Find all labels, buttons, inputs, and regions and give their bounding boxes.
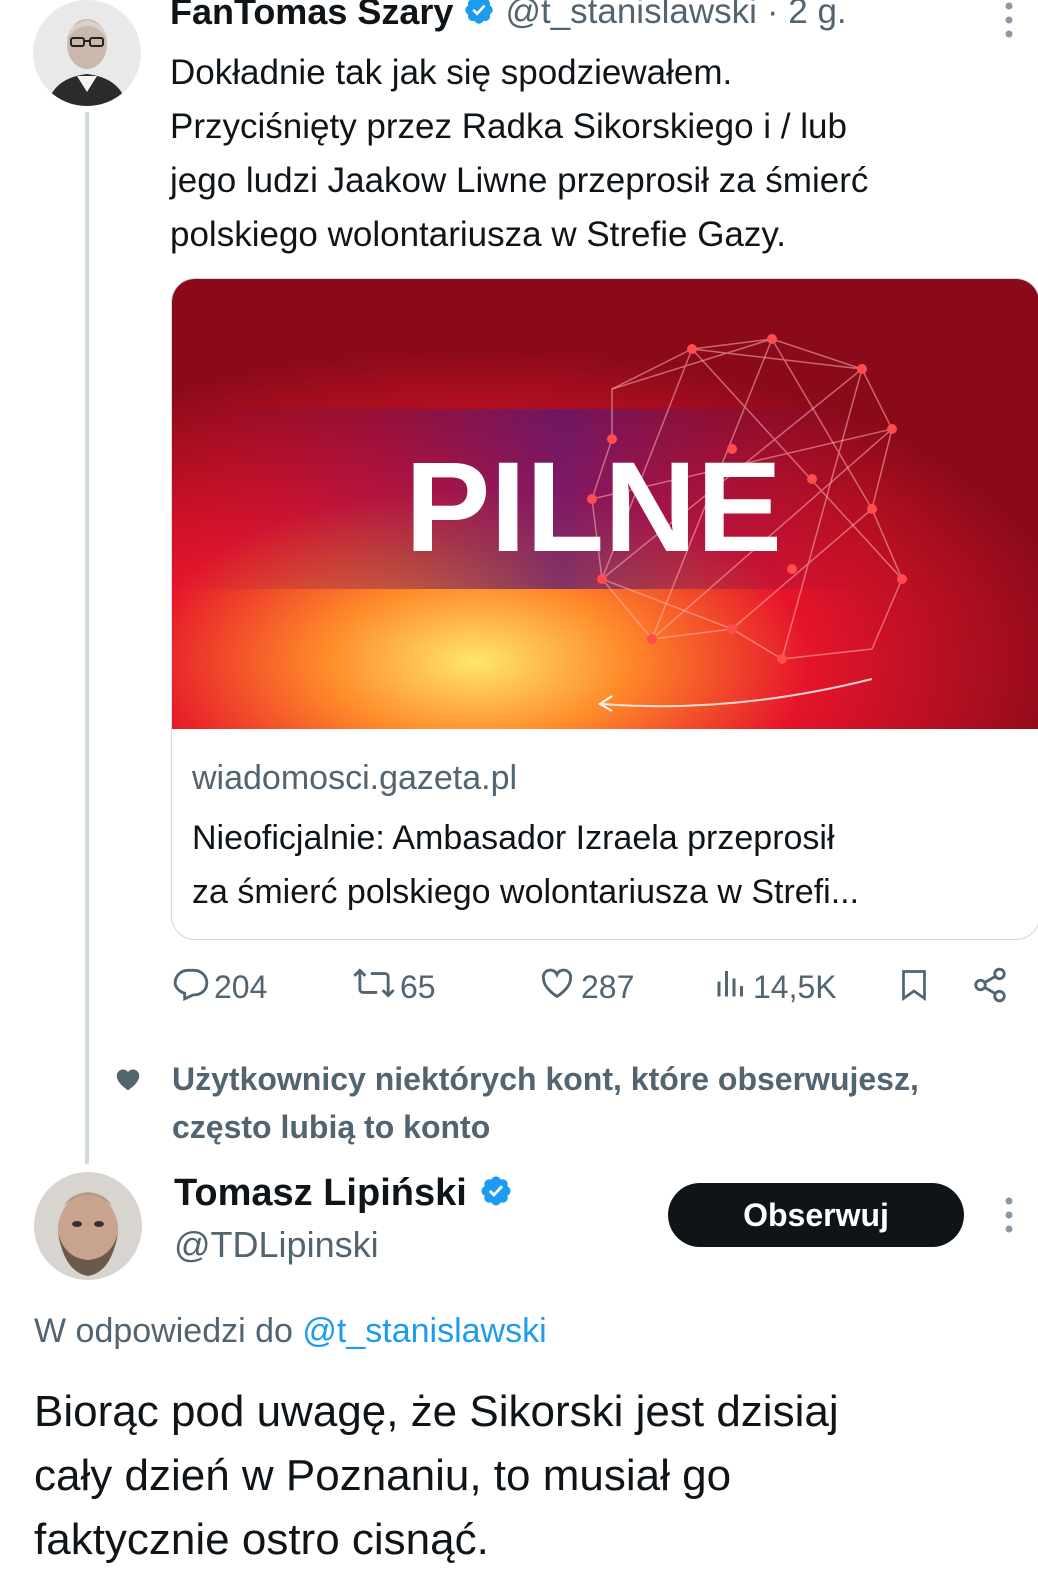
tweet-header: Tomasz Lipiński — [174, 1172, 513, 1215]
analytics-icon — [713, 964, 749, 1010]
link-card-image-text: PILNE — [405, 436, 782, 579]
author-name[interactable]: FanTomas Szary — [170, 0, 453, 33]
tweet-text-line: cały dzień w Poznaniu, to musiał go — [34, 1451, 732, 1500]
bookmark-icon[interactable] — [896, 966, 932, 1009]
social-context-line: Użytkownicy niektórych kont, które obser… — [172, 1061, 919, 1097]
more-options-icon[interactable] — [998, 2, 1020, 43]
avatar[interactable] — [33, 0, 141, 106]
social-context: Użytkownicy niektórych kont, które obser… — [172, 1055, 1032, 1151]
share-icon[interactable] — [970, 966, 1010, 1009]
link-card-domain[interactable]: wiadomosci.gazeta.pl — [192, 759, 517, 798]
tweet-text: Biorąc pod uwagę, że Sikorski jest dzisi… — [34, 1380, 1024, 1572]
heart-icon — [537, 964, 577, 1010]
author-handle[interactable]: @t_stanislawski — [505, 0, 756, 32]
link-card-title-line: Nieoficjalnie: Ambasador Izraela przepro… — [192, 819, 835, 857]
repost-count: 65 — [400, 968, 436, 1005]
follow-button[interactable]: Obserwuj — [668, 1183, 964, 1247]
tweet-text-line: polskiego wolontariusza w Strefie Gazy. — [170, 215, 787, 254]
heart-filled-icon — [112, 1064, 144, 1099]
verified-badge-icon — [463, 0, 495, 31]
views-count: 14,5K — [753, 968, 837, 1005]
reply-count: 204 — [214, 968, 268, 1005]
tweet-text-line: faktycznie ostro cisnąć. — [34, 1515, 489, 1564]
thread-connector-line — [85, 112, 89, 1164]
more-options-icon[interactable] — [998, 1197, 1020, 1238]
tweet-timestamp[interactable]: · 2 g. — [767, 0, 847, 32]
verified-badge-icon — [479, 1174, 513, 1213]
link-card-image: PILNE — [172, 279, 1038, 729]
reply-icon — [172, 964, 210, 1010]
link-card[interactable]: PILNE wiadomosci.gazeta.pl Nieoficjalnie… — [171, 278, 1038, 940]
tweet-text-line: Biorąc pod uwagę, że Sikorski jest dzisi… — [34, 1387, 839, 1436]
author-handle[interactable]: @TDLipinski — [174, 1224, 379, 1266]
views-button[interactable]: 14,5K — [713, 964, 837, 1010]
link-card-title[interactable]: Nieoficjalnie: Ambasador Izraela przepro… — [192, 811, 1022, 919]
tweet-text-line: jego ludzi Jaakow Liwne przeprosił za śm… — [170, 161, 869, 200]
avatar[interactable] — [34, 1172, 142, 1280]
tweet-text-line: Przyciśnięty przez Radka Sikorskiego i /… — [170, 107, 847, 146]
like-button[interactable]: 287 — [537, 964, 634, 1010]
repost-button[interactable]: 65 — [352, 964, 436, 1010]
reply-context-handle-link[interactable]: @t_stanislawski — [302, 1312, 546, 1350]
link-card-title-line: za śmierć polskiego wolontariusza w Stre… — [192, 873, 860, 911]
reply-context: W odpowiedzi do @t_stanislawski — [34, 1312, 547, 1351]
author-name[interactable]: Tomasz Lipiński — [174, 1172, 467, 1215]
like-count: 287 — [581, 968, 635, 1005]
social-context-line: często lubią to konto — [172, 1109, 491, 1145]
tweet-text: Dokładnie tak jak się spodziewałem. Przy… — [170, 46, 1030, 262]
repost-icon — [352, 964, 396, 1010]
reply-button[interactable]: 204 — [172, 964, 267, 1010]
tweet-header: FanTomas Szary @t_stanislawski · 2 g. — [170, 0, 847, 33]
tweet-text-line: Dokładnie tak jak się spodziewałem. — [170, 53, 733, 92]
reply-context-prefix: W odpowiedzi do — [34, 1312, 293, 1350]
